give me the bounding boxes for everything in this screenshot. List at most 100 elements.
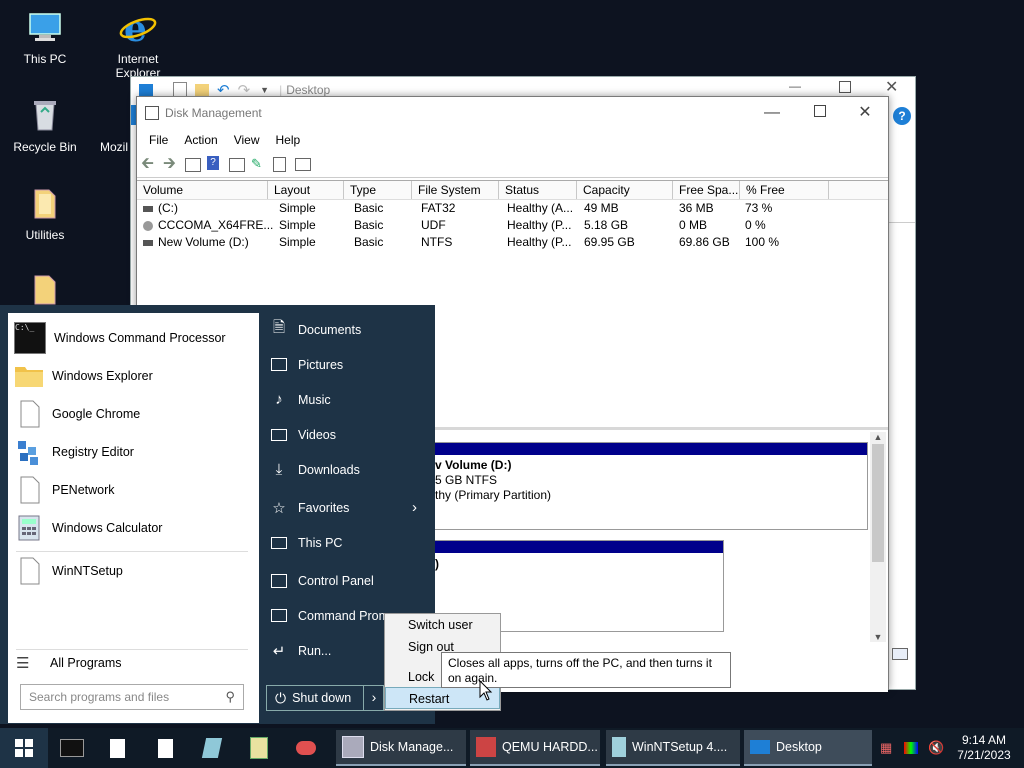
control-panel-icon: [270, 572, 288, 590]
column-capacity[interactable]: Capacity: [577, 181, 673, 199]
search-icon: ⚲: [225, 689, 235, 704]
desktop-icon-label: Recycle Bin: [13, 140, 77, 154]
place-this-pc[interactable]: This PC: [262, 525, 435, 560]
show-hide-tree-icon[interactable]: [185, 156, 203, 172]
minimize-button[interactable]: —: [749, 97, 795, 129]
program-google-chrome[interactable]: Google Chrome: [8, 395, 259, 433]
place-documents[interactable]: 🗎 Documents: [262, 312, 435, 347]
partition-bar: [435, 443, 867, 455]
program-winntsetup[interactable]: WinNTSetup: [8, 552, 259, 590]
taskbar-app-winntsetup[interactable]: WinNTSetup 4....: [606, 730, 740, 766]
desktop-icon-this-pc[interactable]: This PC: [2, 8, 88, 66]
pinned-glass-app[interactable]: [201, 728, 226, 768]
scroll-down-icon[interactable]: ▼: [870, 632, 886, 642]
vertical-scrollbar[interactable]: ▲ ▼: [870, 432, 886, 642]
table-row[interactable]: (C:) Simple Basic FAT32 Healthy (A... 49 MB 36…: [137, 200, 888, 217]
volume-name: (C:): [158, 201, 178, 215]
quick-access-dropdown-icon[interactable]: ▼: [260, 85, 269, 95]
folder-icon: [25, 270, 65, 310]
start-button[interactable]: [0, 728, 48, 768]
column-free-space[interactable]: Free Spa...: [673, 181, 740, 199]
desktop-icon-utilities[interactable]: Utilities: [2, 184, 88, 242]
table-cell: 100 %: [745, 235, 780, 249]
program-penetwork[interactable]: PENetwork: [8, 471, 259, 509]
table-row[interactable]: New Volume (D:) Simple Basic NTFS Healthy (P…: [137, 234, 888, 251]
place-downloads[interactable]: ⤓ Downloads: [262, 452, 435, 487]
new-folder-icon[interactable]: [195, 84, 209, 96]
search-programs-input[interactable]: Search programs and files ⚲: [20, 684, 244, 710]
desktop-icon-mozilla[interactable]: Mozil: [88, 96, 130, 154]
program-command-processor[interactable]: C:\_ Windows Command Processor: [8, 319, 259, 357]
checklist-icon[interactable]: [273, 156, 291, 172]
view-icon[interactable]: [229, 156, 247, 172]
table-row[interactable]: CCCOMA_X64FRE... Simple Basic UDF Healthy (P…: [137, 217, 888, 234]
table-cell: New Volume (D:): [137, 234, 273, 251]
desktop-icon-recycle-bin[interactable]: Recycle Bin: [2, 96, 88, 154]
menu-action[interactable]: Action: [176, 133, 225, 147]
menu-switch-user[interactable]: Switch user: [385, 614, 500, 636]
registry-editor-icon: [14, 437, 44, 467]
pinned-disk-tool[interactable]: [296, 728, 322, 768]
all-programs-button[interactable]: ☰ All Programs: [8, 646, 259, 680]
file-icon: [110, 738, 125, 758]
internet-explorer-icon: e: [118, 8, 158, 50]
column-layout[interactable]: Layout: [268, 181, 344, 199]
connect-icon[interactable]: ✎: [251, 156, 269, 172]
pinned-file-2[interactable]: [158, 728, 178, 768]
shut-down-button[interactable]: ⏻ Shut down ›: [266, 685, 384, 711]
help-book-icon[interactable]: ?: [207, 156, 225, 172]
place-pictures[interactable]: Pictures: [262, 347, 435, 382]
menu-file[interactable]: File: [141, 133, 176, 147]
shutdown-options-chevron-icon[interactable]: ›: [363, 686, 384, 710]
taskbar-app-desktop[interactable]: Desktop: [744, 730, 872, 766]
pinned-command-prompt[interactable]: [60, 728, 86, 768]
calculator-icon: [14, 513, 44, 543]
column-file-system[interactable]: File System: [412, 181, 499, 199]
partition-d-block[interactable]: v Volume (D:) 5 GB NTFS thy (Primary Par…: [434, 442, 868, 530]
back-arrow-icon[interactable]: 🡰: [141, 156, 159, 172]
column-volume[interactable]: Volume: [137, 181, 268, 199]
forward-arrow-icon[interactable]: 🡲: [163, 156, 181, 172]
scroll-thumb[interactable]: [872, 444, 884, 562]
scroll-up-icon[interactable]: ▲: [870, 432, 886, 442]
program-windows-calculator[interactable]: Windows Calculator: [8, 509, 259, 547]
column-type[interactable]: Type: [344, 181, 412, 199]
place-control-panel[interactable]: Control Panel: [262, 563, 435, 598]
properties-icon[interactable]: [295, 156, 313, 172]
column-status[interactable]: Status: [499, 181, 577, 199]
table-cell: 0 %: [745, 218, 766, 232]
minimize-button[interactable]: —: [789, 79, 801, 93]
tray-network-icon[interactable]: ▦: [880, 728, 898, 768]
computer-icon: [270, 534, 288, 552]
tray-color-icon[interactable]: [904, 728, 922, 768]
desktop-icon-label: Utilities: [25, 228, 65, 242]
place-favorites[interactable]: ☆ Favorites ›: [262, 490, 435, 525]
explorer-title: Desktop: [286, 83, 331, 97]
taskbar-app-disk-management[interactable]: Disk Manage...: [336, 730, 466, 766]
table-cell: Simple: [279, 201, 316, 215]
program-registry-editor[interactable]: Registry Editor: [8, 433, 259, 471]
desktop-icon: [750, 740, 770, 754]
place-music[interactable]: ♪ Music: [262, 382, 435, 417]
partition-status: thy (Primary Partition): [435, 488, 552, 502]
tray-clock[interactable]: 9:14 AM 7/21/2023: [952, 728, 1016, 768]
pinned-file-1[interactable]: [110, 728, 130, 768]
maximize-button[interactable]: [839, 81, 851, 93]
close-button[interactable]: ✕: [842, 97, 888, 129]
program-windows-explorer[interactable]: Windows Explorer: [8, 357, 259, 395]
table-cell: NTFS: [421, 235, 453, 249]
close-button[interactable]: ✕: [885, 77, 898, 97]
menu-view[interactable]: View: [226, 133, 268, 147]
help-icon[interactable]: ?: [893, 107, 911, 125]
column-percent-free[interactable]: % Free: [740, 181, 829, 199]
place-videos[interactable]: Videos: [262, 417, 435, 452]
taskbar-app-qemu-harddisk[interactable]: QEMU HARDD...: [470, 730, 600, 766]
tray-volume-muted-icon[interactable]: 🔇: [928, 728, 948, 768]
menu-help[interactable]: Help: [268, 133, 309, 147]
music-icon: ♪: [275, 391, 283, 408]
explorer-app-icon: [139, 84, 153, 96]
maximize-button[interactable]: [797, 97, 843, 129]
pinned-notepad[interactable]: [250, 728, 272, 768]
resize-grip-icon[interactable]: [892, 648, 908, 660]
desktop-icon-internet-explorer[interactable]: e Internet Explorer: [95, 8, 181, 80]
